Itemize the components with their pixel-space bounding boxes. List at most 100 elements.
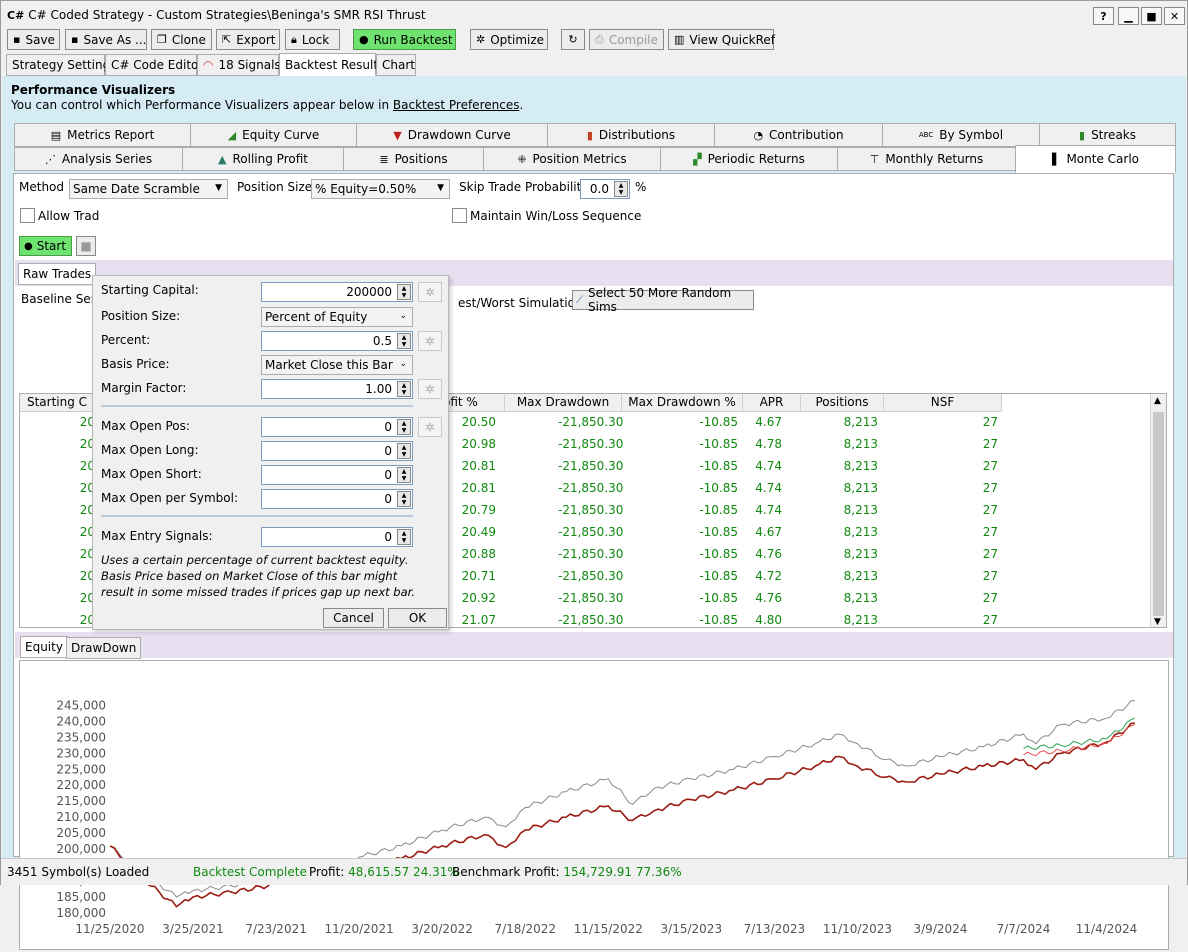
maintain-checkbox[interactable] bbox=[452, 208, 467, 223]
spinner-icon[interactable]: ▲ ▼ bbox=[397, 284, 411, 300]
x-tick-label: 3/15/2023 bbox=[661, 922, 723, 936]
backtest-prefs-link[interactable]: Backtest Preferences bbox=[393, 98, 520, 112]
select-50-label: Select 50 More Random Sims bbox=[588, 286, 732, 314]
select-50-button[interactable]: ⟋ Select 50 More Random Sims bbox=[572, 286, 754, 314]
skip-input[interactable]: 0.0 ▲ ▼ bbox=[580, 179, 630, 199]
percent-input[interactable]: 0.5 ▲ ▼ bbox=[261, 331, 413, 351]
save-button[interactable]: ▪ Save bbox=[7, 29, 60, 50]
profit-status: Profit: 48,615.57 24.31% bbox=[309, 865, 459, 879]
tab-code-editor[interactable]: C# Code Editor bbox=[105, 54, 203, 76]
vtab-drawdown-curve[interactable]: ▼ Drawdown Curve bbox=[356, 123, 548, 147]
vtab-positions[interactable]: ≣ Positions bbox=[343, 147, 484, 171]
tab-equity[interactable]: Equity bbox=[20, 636, 68, 658]
play-icon: ● bbox=[359, 33, 369, 46]
spinner-icon[interactable]: ▲ ▼ bbox=[397, 491, 411, 507]
basis-select[interactable]: Market Close this Bar ⌄ bbox=[261, 355, 413, 375]
run-backtest-button[interactable]: ● Run Backtest bbox=[353, 29, 456, 50]
col-header[interactable]: Max Drawdown % bbox=[622, 394, 743, 412]
col-header[interactable]: Max Drawdown bbox=[505, 394, 622, 412]
vtab-periodic-returns[interactable]: ▞ Periodic Returns bbox=[660, 147, 838, 171]
spinner-icon[interactable]: ▲ ▼ bbox=[397, 381, 411, 397]
vtab-analysis-series[interactable]: ⋰ Analysis Series bbox=[14, 147, 183, 171]
toolbar: ▪ Save ▪ Save As ... ❐ Clone ⇱ Export 🔒︎ Lock… bbox=[1, 28, 1187, 52]
monthly-icon: ⊤ bbox=[869, 152, 880, 166]
help-button[interactable]: ? bbox=[1093, 7, 1114, 25]
col-header[interactable]: NSF bbox=[884, 394, 1002, 412]
stop-button[interactable]: ■ bbox=[76, 236, 96, 256]
clone-button[interactable]: ❐ Clone bbox=[151, 29, 212, 50]
vtab-contribution[interactable]: ◔ Contribution bbox=[714, 123, 883, 147]
col-header[interactable]: APR bbox=[743, 394, 801, 412]
save-as-label: Save As ... bbox=[83, 32, 147, 47]
spinner-icon[interactable]: ▲ ▼ bbox=[397, 529, 411, 545]
run-backtest-label: Run Backtest bbox=[373, 32, 453, 47]
subtab-raw-trades[interactable]: Raw Trades bbox=[18, 263, 97, 285]
possize-select[interactable]: % Equity=0.50% ▼ bbox=[311, 179, 450, 199]
table-cell: -21,850.30 bbox=[558, 613, 624, 627]
spinner-icon[interactable]: ▲ ▼ bbox=[397, 443, 411, 459]
col-header[interactable]: ofit % bbox=[441, 394, 505, 412]
percent-label: Percent: bbox=[101, 333, 151, 347]
spinner-icon[interactable]: ▲ ▼ bbox=[397, 419, 411, 435]
vtab-monte-carlo[interactable]: ▌ Monte Carlo bbox=[1015, 145, 1176, 173]
position-size-select[interactable]: Percent of Equity ⌄ bbox=[261, 307, 413, 327]
vtab-metrics-report[interactable]: ▤ Metrics Report bbox=[14, 123, 191, 147]
tab-signals[interactable]: ◠ 18 Signals bbox=[197, 54, 281, 76]
scroll-down-icon[interactable]: ▼ bbox=[1154, 617, 1161, 627]
vtab-monthly-returns[interactable]: ⊤ Monthly Returns bbox=[837, 147, 1016, 171]
start-button[interactable]: ● Start bbox=[19, 236, 72, 256]
table-cell: 4.80 bbox=[755, 613, 782, 627]
method-select[interactable]: Same Date Scramble ▼ bbox=[69, 179, 228, 199]
vtab-rolling-profit[interactable]: ▲ Rolling Profit bbox=[182, 147, 344, 171]
gear-icon[interactable]: ✲ bbox=[418, 331, 442, 351]
max-open-long-input[interactable]: 0 ▲ ▼ bbox=[261, 441, 413, 461]
tab-drawdown[interactable]: DrawDown bbox=[66, 637, 142, 659]
refresh-button[interactable]: ↻ bbox=[561, 29, 585, 50]
close-button[interactable]: ✕ bbox=[1164, 7, 1185, 25]
minimize-button[interactable]: ▁ bbox=[1118, 7, 1139, 25]
help-note: Uses a certain percentage of current bac… bbox=[101, 553, 415, 599]
max-open-pos-input[interactable]: 0 ▲ ▼ bbox=[261, 417, 413, 437]
max-open-sym-input[interactable]: 0 ▲ ▼ bbox=[261, 489, 413, 509]
col-header[interactable]: Positions bbox=[801, 394, 884, 412]
starting-capital-input[interactable]: 200000 ▲ ▼ bbox=[261, 282, 413, 302]
export-button[interactable]: ⇱ Export bbox=[216, 29, 280, 50]
cancel-button[interactable]: Cancel bbox=[323, 608, 384, 628]
method-label: Method bbox=[19, 180, 65, 194]
scroll-up-icon[interactable]: ▲ bbox=[1154, 396, 1161, 406]
vtab-position-metrics[interactable]: ⁜ Position Metrics bbox=[483, 147, 661, 171]
x-tick-label: 11/4/2024 bbox=[1076, 922, 1138, 936]
tab-strategy-settings[interactable]: Strategy Settings bbox=[6, 54, 116, 76]
save-as-button[interactable]: ▪ Save As ... bbox=[65, 29, 147, 50]
perf-subtitle: You can control which Performance Visual… bbox=[11, 98, 523, 112]
ok-button[interactable]: OK bbox=[388, 608, 447, 628]
gear-icon[interactable]: ✲ bbox=[418, 379, 442, 399]
scrollbar[interactable]: ▲ ▼ bbox=[1150, 394, 1166, 627]
table-cell: -21,850.30 bbox=[558, 503, 624, 517]
tab-chart[interactable]: Chart bbox=[376, 54, 416, 76]
lock-button[interactable]: 🔒︎ Lock bbox=[285, 29, 340, 50]
max-open-sym-value: 0 bbox=[384, 492, 392, 506]
tab-backtest-results[interactable]: Backtest Results bbox=[279, 53, 384, 76]
col-header[interactable]: Starting C bbox=[20, 394, 95, 412]
spinner-icon[interactable]: ▲ ▼ bbox=[397, 467, 411, 483]
scroll-thumb[interactable] bbox=[1153, 412, 1164, 616]
compile-button[interactable]: ⎙ Compile bbox=[589, 29, 664, 50]
vtab-by-symbol[interactable]: ABC By Symbol bbox=[882, 123, 1040, 147]
max-entry-input[interactable]: 0 ▲ ▼ bbox=[261, 527, 413, 547]
allow-checkbox[interactable] bbox=[20, 208, 35, 223]
vtab-distributions[interactable]: ▮ Distributions bbox=[547, 123, 715, 147]
spinner-icon[interactable]: ▲ ▼ bbox=[397, 333, 411, 349]
spinner-icon[interactable]: ▲ ▼ bbox=[614, 181, 628, 197]
margin-input[interactable]: 1.00 ▲ ▼ bbox=[261, 379, 413, 399]
quickref-button[interactable]: ▥ View QuickRef bbox=[668, 29, 775, 50]
max-open-short-input[interactable]: 0 ▲ ▼ bbox=[261, 465, 413, 485]
gear-icon[interactable]: ✲ bbox=[418, 417, 442, 437]
maximize-button[interactable]: ■ bbox=[1141, 7, 1162, 25]
optimize-button[interactable]: ✲ Optimize bbox=[470, 29, 548, 50]
gear-icon[interactable]: ✲ bbox=[418, 282, 442, 302]
max-open-long-value: 0 bbox=[384, 444, 392, 458]
vtab-streaks[interactable]: ▮ Streaks bbox=[1039, 123, 1176, 147]
vtab-equity-curve[interactable]: ◢ Equity Curve bbox=[190, 123, 357, 147]
margin-label: Margin Factor: bbox=[101, 381, 187, 395]
